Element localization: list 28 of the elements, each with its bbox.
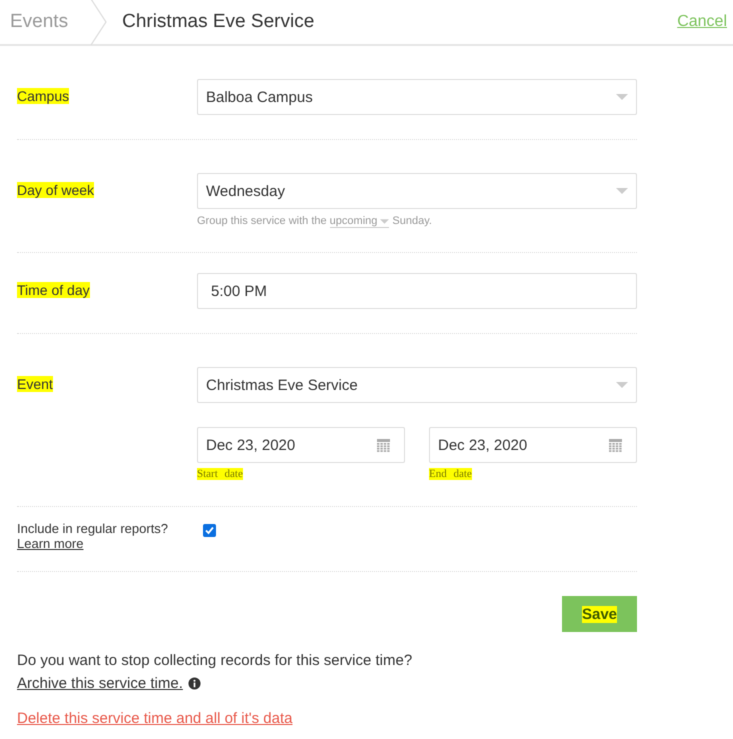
- grouping-hint: Group this service with the upcoming Sunday.: [197, 215, 433, 228]
- date-input-field[interactable]: Dec 23, 2020: [197, 427, 405, 463]
- date-input-field[interactable]: Dec 23, 2020: [429, 427, 637, 463]
- checkbox[interactable]: [203, 524, 216, 537]
- dropdown-field[interactable]: Balboa Campus: [197, 79, 637, 115]
- dropdown-caret-icon: [616, 382, 628, 388]
- dropdown-field[interactable]: Christmas Eve Service: [197, 367, 637, 403]
- info-icon: [188, 677, 201, 690]
- dropdown-caret-icon: [616, 94, 628, 100]
- calendar-icon: [609, 438, 622, 452]
- save-button[interactable]: Save: [562, 596, 637, 632]
- field-label: Include in regular reports?: [17, 521, 168, 536]
- time-input-field[interactable]: 5:00 PM: [197, 273, 637, 309]
- date-caption: Start date: [197, 468, 243, 480]
- dropdown-caret-icon: [616, 188, 628, 194]
- page-title: Christmas Eve Service: [122, 11, 316, 33]
- dropdown-field[interactable]: Wednesday: [197, 173, 637, 209]
- calendar-icon: [377, 438, 390, 452]
- archive-link[interactable]: Archive this service time.: [17, 675, 183, 692]
- field-label: Time of day: [17, 282, 90, 298]
- dropdown-caret-icon: [380, 218, 390, 224]
- learn-more-link[interactable]: Learn more: [17, 536, 84, 551]
- delete-link[interactable]: Delete this service time and all of it's data: [17, 710, 292, 727]
- field-label: Day of week: [17, 182, 94, 198]
- archive-question: Do you want to stop collecting records for this service time?: [17, 652, 414, 669]
- field-label: Campus: [17, 88, 70, 104]
- field-label: Event: [17, 376, 53, 392]
- date-caption: End date: [429, 468, 472, 480]
